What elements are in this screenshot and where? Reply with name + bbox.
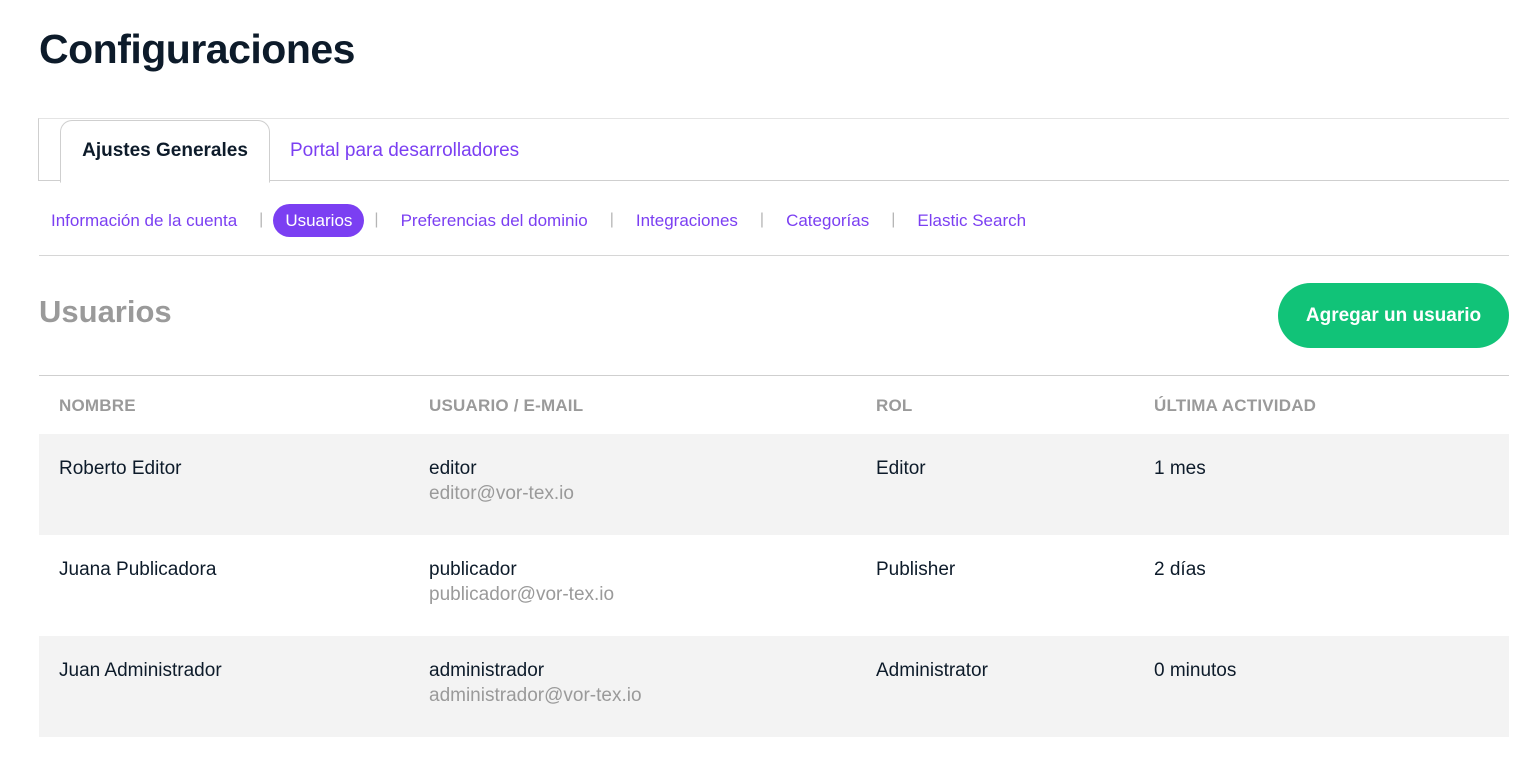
user-account: editor editor@vor-tex.io [429,458,574,505]
user-role: Administrator [876,660,988,681]
user-email: editor@vor-tex.io [429,483,574,504]
column-header-ultima-actividad[interactable]: ÚLTIMA ACTIVIDAD [1154,396,1316,416]
page-title: Configuraciones [39,26,355,72]
user-account: administrador administrador@vor-tex.io [429,660,642,707]
subnav-item-preferencias-dominio[interactable]: Preferencias del dominio [389,204,600,237]
user-role: Editor [876,458,926,479]
user-username: publicador [429,559,517,580]
user-username: editor [429,458,477,479]
subnav-separator: | [759,211,765,228]
subnav-separator: | [259,211,264,228]
subnav-item-elastic-search[interactable]: Elastic Search [905,204,1038,237]
user-email: administrador@vor-tex.io [429,685,642,706]
table-row[interactable]: Juana Publicadora publicador publicador@… [39,535,1509,636]
add-user-button[interactable]: Agregar un usuario [1278,283,1509,348]
tab-ajustes-generales[interactable]: Ajustes Generales [60,120,270,183]
table-header-row: NOMBRE USUARIO / E-MAIL ROL ÚLTIMA ACTIV… [39,376,1509,434]
user-email: publicador@vor-tex.io [429,584,615,605]
column-header-usuario-email[interactable]: USUARIO / E-MAIL [429,396,583,416]
subnav-item-usuarios[interactable]: Usuarios [273,203,365,237]
main-tabs: Ajustes Generales Portal para desarrolla… [38,118,1509,183]
user-name: Juan Administrador [59,660,222,681]
settings-subnav: Información de la cuenta | Usuarios | Pr… [39,203,1038,237]
user-role: Publisher [876,559,956,580]
user-account: publicador publicador@vor-tex.io [429,559,614,606]
subnav-item-integraciones[interactable]: Integraciones [624,204,750,237]
subnav-item-categorias[interactable]: Categorías [774,204,881,237]
subnav-separator: | [891,211,896,228]
user-name: Roberto Editor [59,458,182,479]
subnav-divider [39,255,1509,256]
column-header-rol[interactable]: ROL [876,396,912,416]
subnav-item-informacion-cuenta[interactable]: Información de la cuenta [39,204,249,237]
user-last-activity: 2 días [1154,559,1206,580]
tab-portal-desarrolladores[interactable]: Portal para desarrolladores [290,119,519,182]
subnav-separator: | [609,211,614,228]
user-last-activity: 1 mes [1154,458,1206,479]
section-title: Usuarios [39,294,172,329]
user-last-activity: 0 minutos [1154,660,1237,681]
table-row[interactable]: Roberto Editor editor editor@vor-tex.io … [39,434,1509,535]
column-header-nombre[interactable]: NOMBRE [59,396,136,416]
user-username: administrador [429,660,545,681]
users-table: NOMBRE USUARIO / E-MAIL ROL ÚLTIMA ACTIV… [39,376,1509,737]
table-row[interactable]: Juan Administrador administrador adminis… [39,636,1509,737]
user-name: Juana Publicadora [59,559,217,580]
subnav-separator: | [374,211,379,228]
